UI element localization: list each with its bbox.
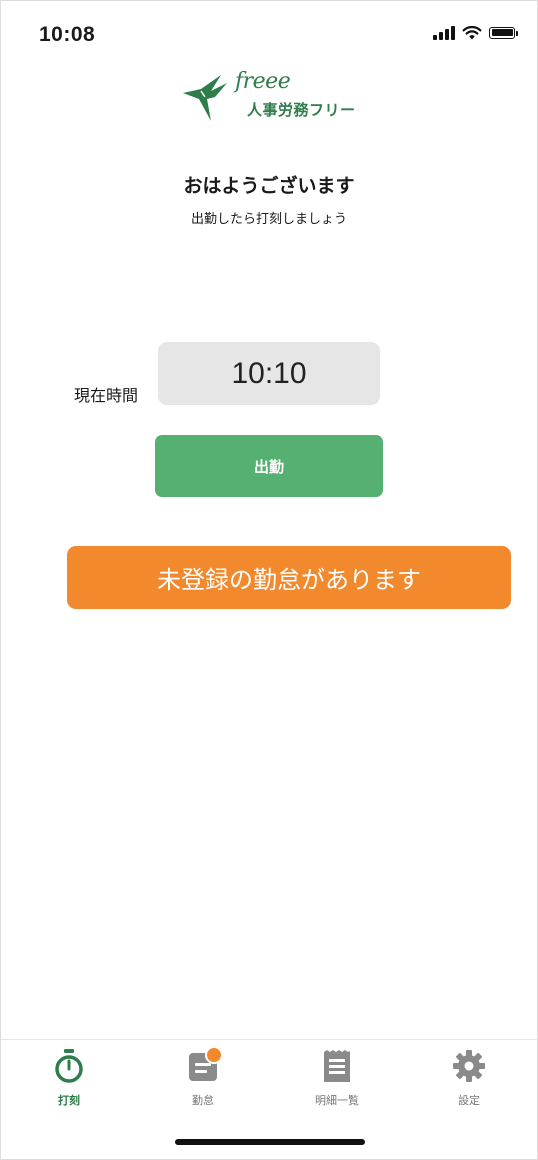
tab-clock[interactable]: 打刻 bbox=[19, 1048, 119, 1108]
app-screen: 10:08 freee 人事労務フリー おはようございます 出勤したら打刻しまし… bbox=[0, 0, 538, 1160]
tab-attendance[interactable]: 勤怠 bbox=[153, 1046, 253, 1108]
tab-settings-label: 設定 bbox=[458, 1094, 480, 1107]
tab-clock-label: 打刻 bbox=[58, 1094, 80, 1107]
logo-brand: freee bbox=[235, 69, 291, 94]
status-time: 10:08 bbox=[39, 23, 96, 46]
home-indicator bbox=[175, 1139, 365, 1145]
current-time-label: 現在時間 bbox=[74, 386, 139, 405]
clock-in-button[interactable]: 出勤 bbox=[155, 435, 383, 497]
calendar-icon bbox=[185, 1046, 223, 1084]
unregistered-attendance-alert[interactable]: 未登録の勤怠があります bbox=[67, 546, 511, 609]
gear-icon bbox=[451, 1048, 487, 1084]
status-bar: 10:08 bbox=[1, 1, 537, 71]
status-icons bbox=[433, 25, 518, 40]
tab-settings[interactable]: 設定 bbox=[419, 1048, 519, 1108]
battery-icon bbox=[489, 26, 518, 39]
greeting-title: おはようございます bbox=[183, 175, 355, 197]
swallow-logo-icon bbox=[183, 75, 227, 121]
payslip-icon bbox=[319, 1048, 355, 1084]
attendance-badge-dot bbox=[205, 1046, 223, 1064]
logo-product-name: 人事労務フリー bbox=[247, 101, 356, 119]
tab-payslips-label: 明細一覧 bbox=[315, 1094, 359, 1107]
wifi-icon bbox=[462, 25, 482, 40]
app-logo: freee 人事労務フリー bbox=[181, 67, 371, 127]
tab-payslips[interactable]: 明細一覧 bbox=[287, 1048, 387, 1108]
tab-attendance-label: 勤怠 bbox=[192, 1094, 214, 1107]
current-time-display: 10:10 bbox=[158, 342, 380, 405]
stopwatch-icon bbox=[51, 1048, 87, 1084]
cellular-signal-icon bbox=[433, 25, 455, 40]
greeting-subtitle: 出勤したら打刻しましょう bbox=[190, 212, 347, 227]
